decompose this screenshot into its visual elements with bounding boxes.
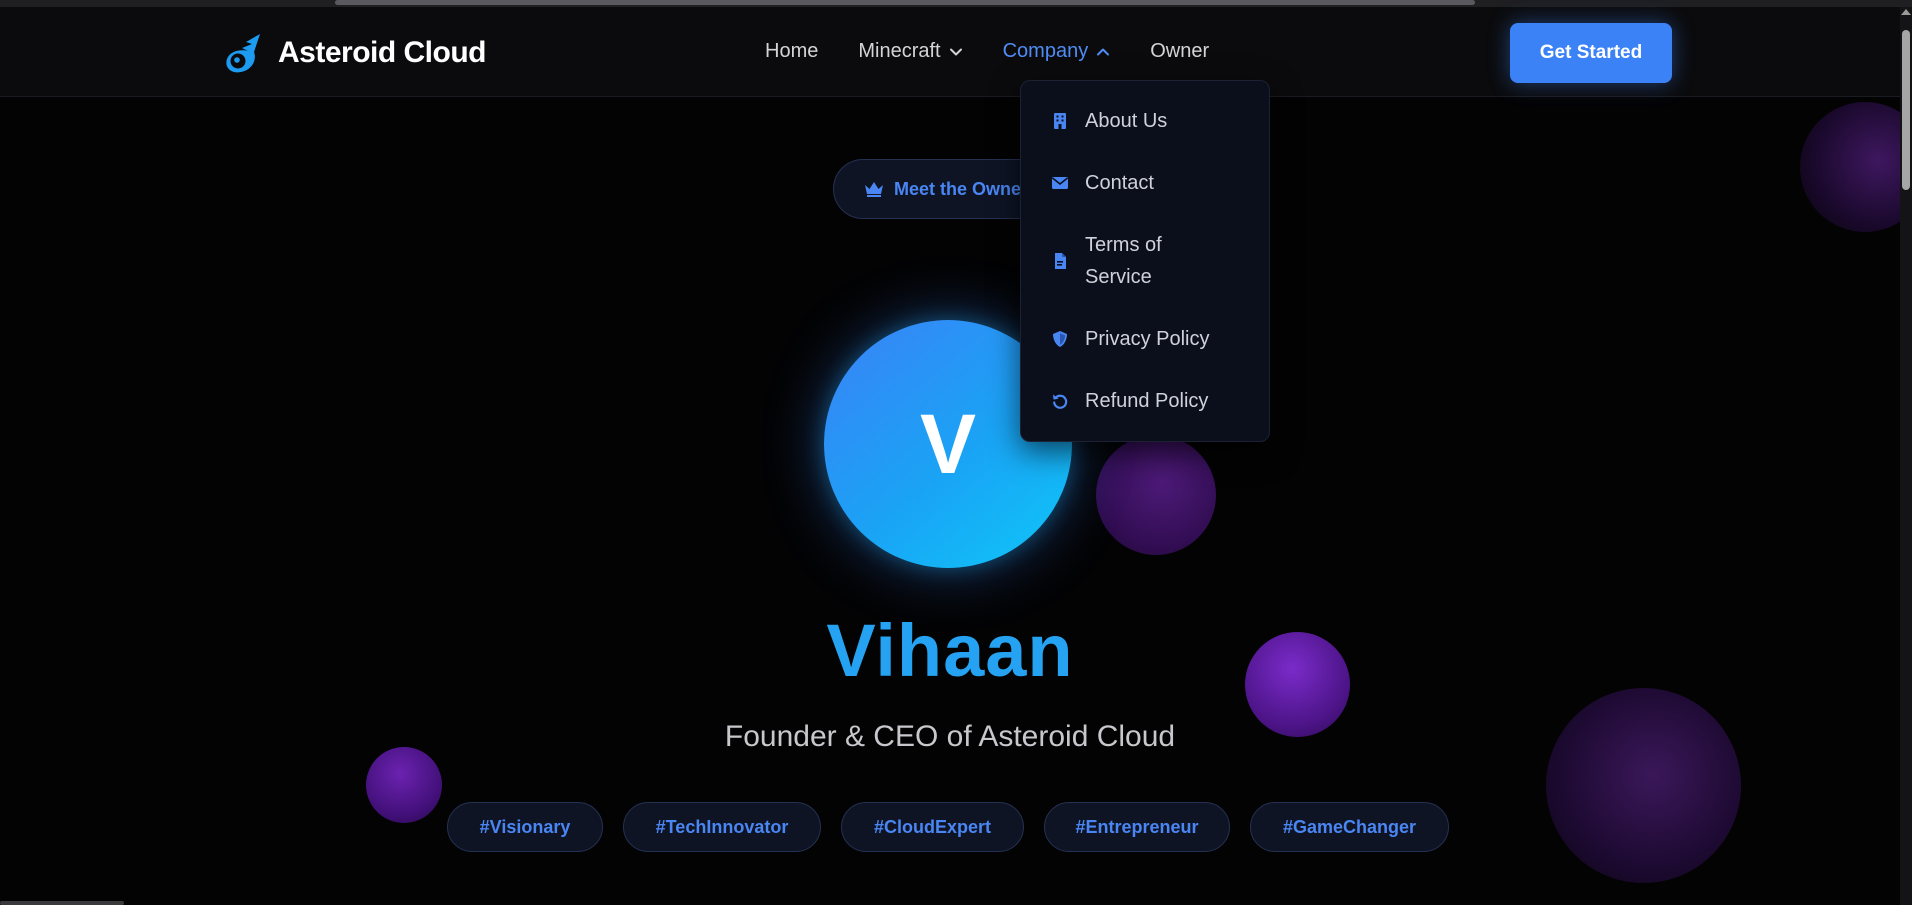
decorative-orb [1546,688,1741,883]
menu-item-contact[interactable]: Contact [1051,167,1154,199]
nav-item-home[interactable]: Home [765,40,818,63]
nav-item-label: Owner [1150,40,1210,62]
tag-pill: #CloudExpert [841,802,1024,852]
company-dropdown-menu: About Us Contact Terms of Service Privac… [1020,80,1270,442]
shield-icon [1053,331,1067,347]
menu-item-label: Privacy Policy [1085,328,1210,350]
page: Asteroid Cloud Home Minecraft Company Ow… [0,0,1912,905]
crown-icon [865,182,883,197]
main-nav: Home Minecraft Company Owner [765,40,1249,63]
nav-item-label: Home [765,40,819,62]
owner-tags: #Visionary #TechInnovator #CloudExpert #… [0,802,1900,852]
bottom-scroll-handle [0,901,124,905]
menu-item-label: Refund Policy [1085,390,1209,412]
tag-pill: #GameChanger [1250,802,1449,852]
envelope-icon [1052,177,1068,189]
get-started-button[interactable]: Get Started [1510,23,1672,83]
menu-item-refund-policy[interactable]: Refund Policy [1051,385,1208,417]
owner-name: Vihaan [826,609,1074,692]
nav-item-minecraft[interactable]: Minecraft [858,40,962,63]
chevron-down-icon [949,48,962,55]
nav-item-company[interactable]: Company [1003,40,1111,63]
chevron-up-icon [1097,48,1110,55]
horizontal-scrollbar-thumb[interactable] [335,0,1475,5]
tag-pill: #Visionary [447,802,603,852]
nav-item-label: Minecraft [858,40,941,62]
menu-item-privacy-policy[interactable]: Privacy Policy [1051,323,1209,355]
undo-icon [1053,394,1068,409]
tag-pill: #TechInnovator [623,802,821,852]
browser-top-strip [0,0,1912,7]
brand-name: Asteroid Cloud [278,36,487,69]
menu-item-label: Contact [1085,172,1154,194]
nav-item-label: Company [1002,40,1089,62]
vertical-scrollbar[interactable] [1900,7,1912,905]
vertical-scrollbar-thumb[interactable] [1902,30,1910,190]
menu-item-about-us[interactable]: About Us [1051,105,1167,137]
avatar-initial: V [919,396,977,491]
brand-logo[interactable]: Asteroid Cloud [222,32,487,74]
badge-label: Meet the Owner [894,178,1029,199]
decorative-orb [1096,435,1216,555]
document-icon [1055,253,1066,269]
owner-role: Founder & CEO of Asteroid Cloud [724,720,1176,753]
decorative-orb [1800,102,1912,232]
nav-item-owner[interactable]: Owner [1150,40,1209,63]
site-header: Asteroid Cloud Home Minecraft Company Ow… [0,7,1900,97]
scroll-up-arrow-icon[interactable] [1901,9,1911,15]
menu-item-terms-of-service[interactable]: Terms of Service [1051,229,1221,293]
menu-item-label: About Us [1085,110,1168,132]
tag-pill: #Entrepreneur [1044,802,1230,852]
comet-logo-icon [226,34,260,73]
building-icon [1054,113,1066,129]
menu-item-label: Terms of Service [1085,234,1162,288]
